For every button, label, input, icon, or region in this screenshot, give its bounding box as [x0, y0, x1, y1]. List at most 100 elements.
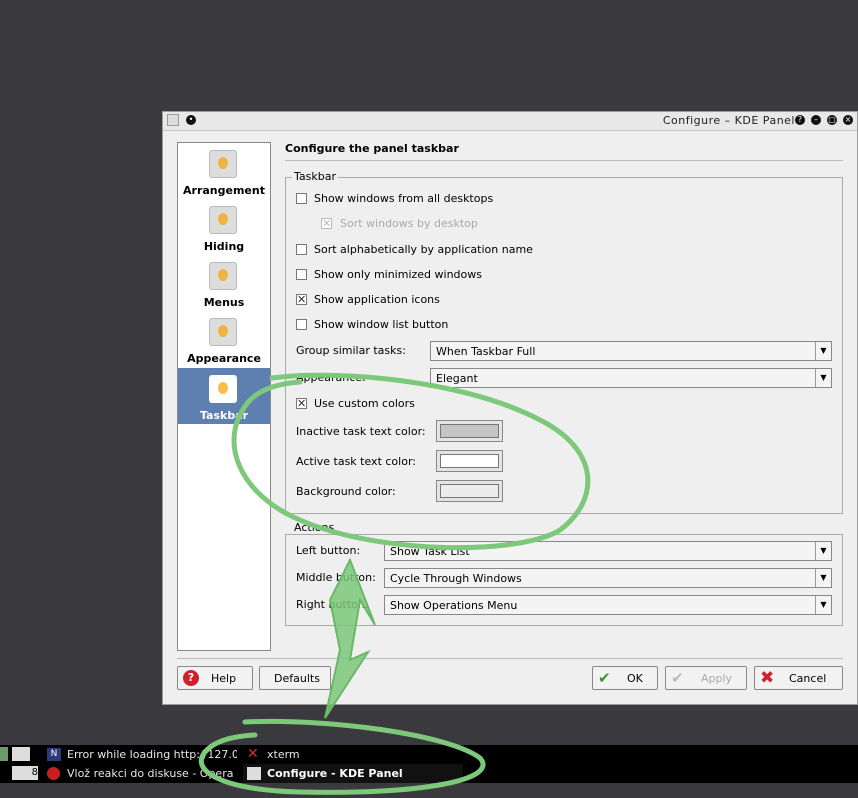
- group-similar-select[interactable]: When Taskbar Full ▼: [430, 341, 832, 361]
- sidebar: Arrangement Hiding Menus Appearance Task…: [177, 142, 271, 651]
- sidebar-item-appearance[interactable]: Appearance: [178, 311, 270, 367]
- checkbox-label: Show only minimized windows: [314, 268, 482, 281]
- appearance-select[interactable]: Elegant ▼: [430, 368, 832, 388]
- cancel-button[interactable]: ✖ Cancel: [754, 666, 843, 690]
- chevron-down-icon: ▼: [815, 596, 831, 614]
- cancel-x-icon: ✖: [760, 668, 775, 688]
- help-button[interactable]: ? Help: [177, 666, 253, 690]
- close-icon[interactable]: ×: [843, 115, 853, 125]
- opera-icon: [47, 767, 60, 780]
- sidebar-item-arrangement[interactable]: Arrangement: [178, 143, 270, 199]
- select-value: Cycle Through Windows: [390, 572, 522, 585]
- task-label: Error while loading http://127.0: [67, 748, 237, 761]
- task-label: Configure - KDE Panel: [267, 767, 403, 780]
- task-button[interactable]: ✕ xterm: [245, 745, 345, 764]
- inactive-color-button[interactable]: [436, 420, 503, 442]
- pager-icon[interactable]: [0, 747, 8, 761]
- kde-gear-icon: [209, 262, 237, 290]
- maximize-icon[interactable]: ▢: [827, 115, 837, 125]
- kde-gear-icon: [209, 318, 237, 346]
- show-all-desktops-checkbox[interactable]: [296, 193, 307, 204]
- appearance-label: Appearance:: [296, 371, 366, 384]
- background-color-label: Background color:: [296, 485, 396, 498]
- chevron-down-icon: ▼: [815, 342, 831, 360]
- select-value: Elegant: [436, 372, 478, 385]
- color-swatch: [440, 484, 499, 498]
- left-button-label: Left button:: [296, 544, 361, 557]
- checkbox-label: Sort alphabetically by application name: [314, 243, 533, 256]
- apply-button[interactable]: ✔ Apply: [665, 666, 747, 690]
- sort-by-desktop-checkbox[interactable]: ✕: [321, 218, 332, 229]
- sidebar-item-label: Taskbar: [199, 409, 249, 422]
- desktop-number[interactable]: 8: [12, 766, 38, 780]
- button-label: Defaults: [274, 672, 320, 685]
- task-button-active[interactable]: Configure - KDE Panel: [243, 764, 463, 783]
- button-label: Cancel: [789, 672, 827, 685]
- chevron-down-icon: ▼: [815, 569, 831, 587]
- defaults-button[interactable]: Defaults: [259, 666, 331, 690]
- checkbox-label: Show windows from all desktops: [314, 192, 494, 205]
- sidebar-item-taskbar[interactable]: Taskbar: [178, 368, 270, 424]
- active-color-button[interactable]: [436, 450, 503, 472]
- checkbox-label: Use custom colors: [314, 397, 415, 410]
- sidebar-item-hiding[interactable]: Hiding: [178, 199, 270, 255]
- color-swatch: [440, 454, 499, 468]
- task-label: xterm: [267, 748, 300, 761]
- kde-gear-icon: [209, 150, 237, 178]
- show-minimized-checkbox[interactable]: [296, 269, 307, 280]
- chevron-down-icon: ▼: [815, 369, 831, 387]
- window-menu-icon[interactable]: [167, 114, 179, 126]
- sort-alphabetically-checkbox[interactable]: [296, 244, 307, 255]
- minimize-icon[interactable]: –: [811, 115, 821, 125]
- title-bar[interactable]: • Configure – KDE Panel ? – ▢ ×: [163, 112, 857, 131]
- configure-dialog: • Configure – KDE Panel ? – ▢ × Arrangem…: [162, 111, 858, 705]
- sidebar-item-label: Hiding: [203, 240, 245, 253]
- right-button-label: Right button:: [296, 598, 369, 611]
- heading-divider: [285, 160, 843, 161]
- middle-button-label: Middle button:: [296, 571, 376, 584]
- button-label: Apply: [701, 672, 733, 685]
- sidebar-item-label: Arrangement: [183, 184, 265, 197]
- taskbar-row-1: N Error while loading http://127.0 ✕ xte…: [0, 745, 858, 764]
- task-button[interactable]: N Error while loading http://127.0: [45, 745, 240, 764]
- checkbox-label: Show application icons: [314, 293, 440, 306]
- select-value: When Taskbar Full: [436, 345, 536, 358]
- x-icon: ✕: [247, 746, 259, 762]
- left-button-select[interactable]: Show Task List ▼: [384, 541, 832, 561]
- select-value: Show Task List: [390, 545, 470, 558]
- checkmark-icon: ✔: [671, 669, 684, 687]
- task-button[interactable]: Vlož reakci do diskuse - Opera: [45, 764, 240, 783]
- group-title: Actions: [292, 521, 337, 534]
- window-title: Configure – KDE Panel: [662, 114, 795, 127]
- sidebar-item-label: Appearance: [187, 352, 261, 365]
- sidebar-item-menus[interactable]: Menus: [178, 255, 270, 311]
- button-label: Help: [211, 672, 237, 685]
- taskbar-row-2: 8 Vlož reakci do diskuse - Opera Configu…: [0, 764, 858, 783]
- background-color-button[interactable]: [436, 480, 503, 502]
- active-color-label: Active task text color:: [296, 455, 416, 468]
- footer-divider: [177, 658, 843, 659]
- right-button-select[interactable]: Show Operations Menu ▼: [384, 595, 832, 615]
- group-similar-label: Group similar tasks:: [296, 344, 406, 357]
- use-custom-colors-checkbox[interactable]: ✕: [296, 398, 307, 409]
- help-icon: ?: [183, 670, 199, 686]
- ok-button[interactable]: ✔ OK: [592, 666, 658, 690]
- show-app-icons-checkbox[interactable]: ✕: [296, 294, 307, 305]
- task-label: Vlož reakci do diskuse - Opera: [67, 767, 234, 780]
- checkmark-icon: ✔: [598, 669, 611, 687]
- sticky-icon[interactable]: •: [186, 115, 196, 125]
- kde-gear-icon: [209, 375, 237, 403]
- page-title: Configure the panel taskbar: [285, 142, 459, 155]
- select-value: Show Operations Menu: [390, 599, 518, 612]
- show-window-list-checkbox[interactable]: [296, 319, 307, 330]
- desktop-icon[interactable]: [12, 747, 30, 761]
- help-icon[interactable]: ?: [795, 115, 805, 125]
- kde-icon: [247, 767, 261, 780]
- button-label: OK: [627, 672, 643, 685]
- netscape-icon: N: [47, 748, 61, 761]
- group-title: Taskbar: [292, 170, 338, 183]
- middle-button-select[interactable]: Cycle Through Windows ▼: [384, 568, 832, 588]
- checkbox-label: Show window list button: [314, 318, 449, 331]
- checkbox-label: Sort windows by desktop: [340, 217, 478, 230]
- chevron-down-icon: ▼: [815, 542, 831, 560]
